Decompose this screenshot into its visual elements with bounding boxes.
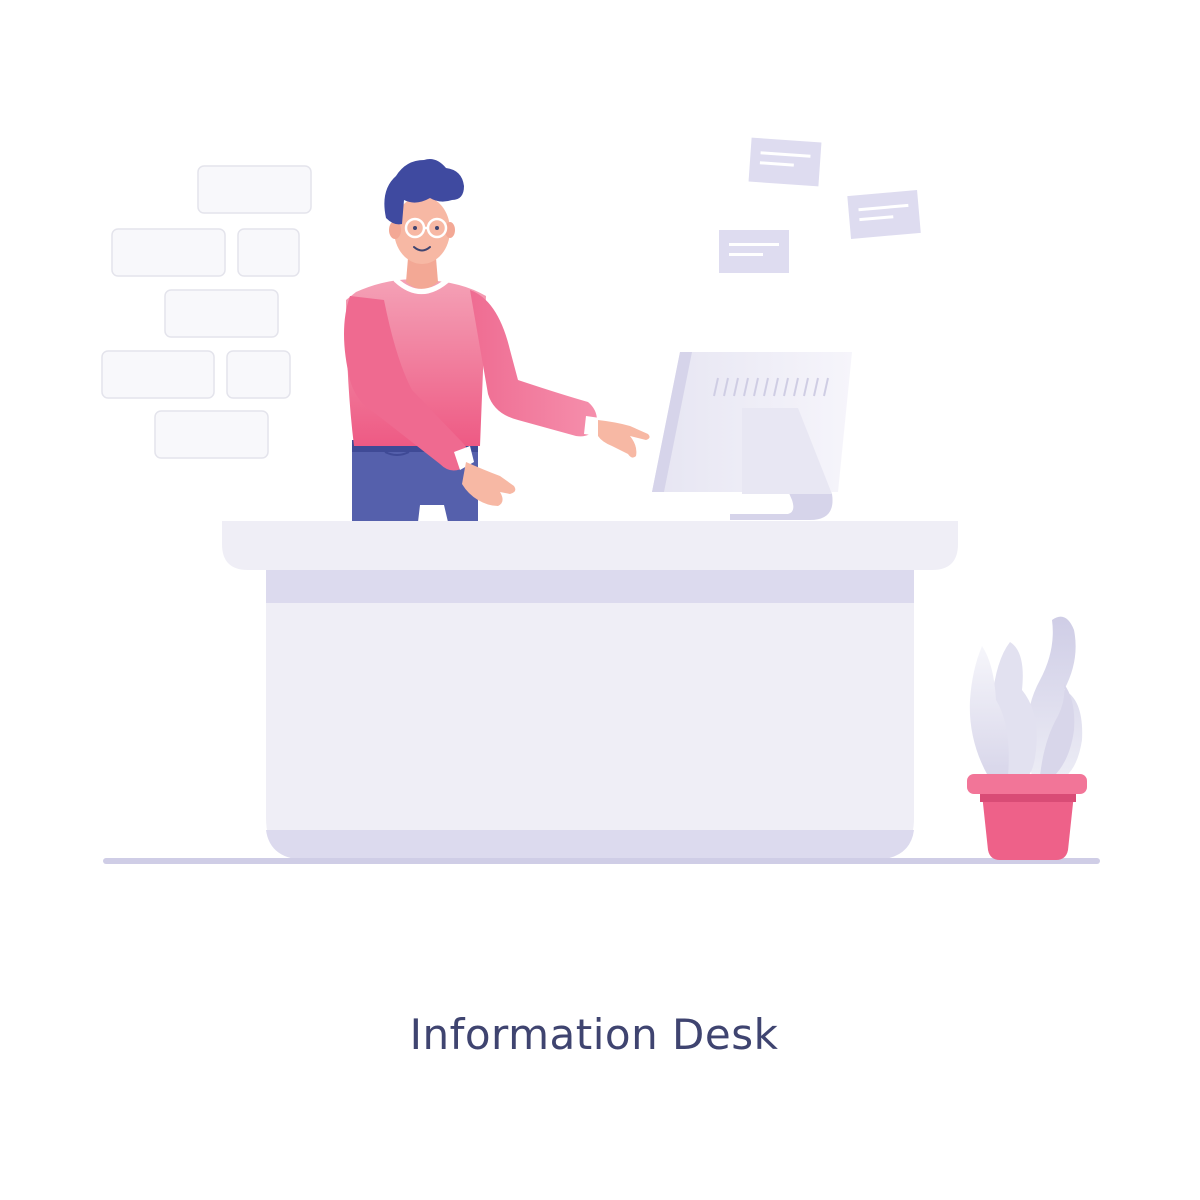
caption-title: Information Desk xyxy=(409,1010,779,1059)
brick xyxy=(164,289,279,338)
brick xyxy=(111,228,226,277)
right-cuff xyxy=(584,416,600,436)
pointing-hand xyxy=(598,420,650,458)
brick xyxy=(101,350,215,399)
plant-pot xyxy=(982,794,1074,860)
floor-line xyxy=(103,858,1100,864)
message-note-icon xyxy=(748,137,822,187)
potted-plant-icon xyxy=(967,616,1087,860)
pot-rim xyxy=(967,774,1087,794)
desk-base xyxy=(266,830,914,860)
receptionist-figure xyxy=(344,159,650,522)
brick xyxy=(197,165,312,214)
desk-top xyxy=(222,521,958,570)
message-note-icon xyxy=(847,190,921,239)
brick xyxy=(237,228,300,277)
brick xyxy=(154,410,269,459)
brick xyxy=(226,350,291,399)
message-note-icon xyxy=(719,230,789,273)
desk-band xyxy=(266,570,914,603)
right-arm xyxy=(470,290,597,437)
desk-body xyxy=(266,570,914,860)
brick-wall xyxy=(101,165,312,459)
monitor-icon xyxy=(652,352,852,520)
information-desk xyxy=(222,521,958,860)
